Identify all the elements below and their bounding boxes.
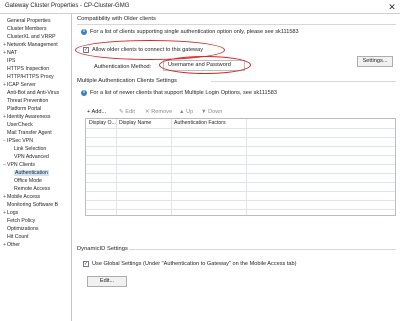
sidebar-item-identity-awareness[interactable]: +Identity Awareness (2, 113, 50, 121)
sidebar-item-ipsec-vpn[interactable]: −IPSec VPN (2, 137, 33, 145)
settings-button[interactable]: Settings... (357, 56, 393, 67)
auth-method-label: Authentication Method: (94, 64, 152, 70)
compat-info-text: For a list of clients supporting single … (90, 29, 299, 35)
compat-group-title: Compatibility with Older clients (77, 16, 156, 22)
move-up-button[interactable]: ▲ Up (179, 109, 193, 115)
dynamic-group-title: DynamicID Settings (77, 246, 128, 252)
multi-info-text: For a list of newer clients that support… (90, 90, 277, 96)
table-row (86, 191, 395, 192)
compat-separator (77, 24, 396, 25)
sidebar-item-usercheck[interactable]: UserCheck (2, 121, 33, 129)
column-header[interactable]: Display Name (119, 119, 151, 127)
highlight-annotation (159, 56, 251, 74)
add-button[interactable]: + Add... (87, 109, 106, 115)
edit-dynamic-button[interactable]: Edit... (87, 276, 127, 287)
column-header[interactable]: Display O... (89, 119, 116, 127)
edit-button[interactable]: ✎ Edit (119, 109, 135, 115)
dynamic-separator (129, 249, 396, 250)
table-row (86, 173, 395, 174)
column-header[interactable]: Authentication Factors (174, 119, 226, 127)
move-down-button[interactable]: ▼ Down (201, 109, 222, 115)
sidebar-item-https-inspection[interactable]: HTTPS Inspection (2, 65, 49, 73)
table-row (86, 182, 395, 183)
sidebar-item-monitoring-software[interactable]: Monitoring Software B (2, 201, 58, 209)
table-row (86, 155, 395, 156)
sidebar-item-optimizations[interactable]: Optimizations (2, 225, 38, 233)
table-row (86, 137, 395, 138)
main-panel: Compatibility with Older clients i For a… (73, 14, 400, 321)
remove-button[interactable]: ✕ Remove (145, 109, 172, 115)
table-row (86, 200, 395, 201)
sidebar-item-logs[interactable]: +Logs (2, 209, 18, 217)
sidebar-item-platform-portal[interactable]: Platform Portal (2, 105, 41, 113)
info-icon: i (81, 29, 87, 35)
sidebar-tree: General Properties Cluster Members Clust… (0, 14, 72, 321)
properties-window: Gateway Cluster Properties - CP-Cluster-… (0, 0, 400, 321)
info-icon: i (81, 90, 87, 96)
sidebar-item-authentication[interactable]: Authentication (9, 169, 49, 177)
sidebar-item-nat[interactable]: +NAT (2, 49, 17, 57)
sidebar-item-hit-count[interactable]: Hit Count (2, 233, 29, 241)
table-row (86, 146, 395, 147)
sidebar-item-cluster-members[interactable]: Cluster Members (2, 25, 47, 33)
multi-group-title: Multiple Authentication Clients Settings (77, 78, 177, 84)
use-global-settings-label: Use Global Settings (Under "Authenticati… (92, 261, 297, 267)
sidebar-item-link-selection[interactable]: Link Selection (9, 145, 46, 153)
sidebar-item-vpn-clients[interactable]: −VPN Clients (2, 161, 35, 169)
window-title: Gateway Cluster Properties - CP-Cluster-… (5, 3, 130, 9)
sidebar-item-ips[interactable]: IPS (2, 57, 15, 65)
sidebar-item-office-mode[interactable]: Office Mode (9, 177, 42, 185)
multi-separator (211, 81, 396, 82)
close-icon[interactable]: ✕ (384, 0, 400, 14)
use-global-settings-checkbox[interactable]: ✓ (83, 261, 89, 267)
sidebar-item-general-properties[interactable]: General Properties (2, 17, 51, 25)
sidebar-item-remote-access[interactable]: Remote Access (9, 185, 50, 193)
sidebar-item-fetch-policy[interactable]: Fetch Policy (2, 217, 35, 225)
auth-clients-table[interactable]: Display O... Display Name Authentication… (85, 118, 396, 216)
table-row (86, 128, 395, 129)
sidebar-item-network-management[interactable]: +Network Management (2, 41, 58, 49)
sidebar-item-http-proxy[interactable]: HTTP/HTTPS Proxy (2, 73, 54, 81)
sidebar-item-icap-server[interactable]: +ICAP Server (2, 81, 36, 89)
sidebar-item-mobile-access[interactable]: +Mobile Access (2, 193, 40, 201)
sidebar-item-clusterxl[interactable]: ClusterXL and VRRP (2, 33, 56, 41)
table-row (86, 164, 395, 165)
table-row (86, 209, 395, 210)
sidebar-item-mail-transfer-agent[interactable]: Mail Transfer Agent (2, 129, 52, 137)
sidebar-item-anti-bot[interactable]: Anti-Bot and Anti-Virus (2, 89, 59, 97)
sidebar-item-other[interactable]: +Other (2, 241, 20, 249)
sidebar-item-threat-prevention[interactable]: Threat Prevention (2, 97, 48, 105)
sidebar-item-vpn-advanced[interactable]: VPN Advanced (9, 153, 49, 161)
title-bar: Gateway Cluster Properties - CP-Cluster-… (0, 0, 400, 14)
